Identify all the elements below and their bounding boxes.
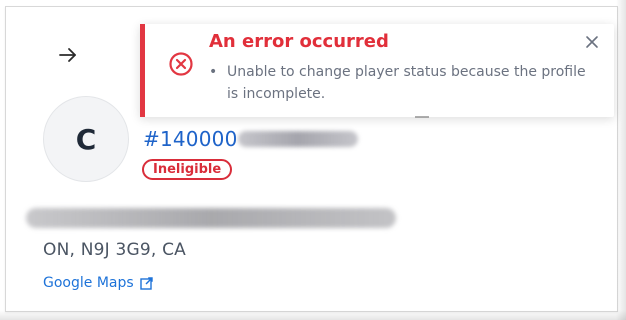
arrow-right-icon bbox=[59, 48, 76, 62]
avatar-initial: C bbox=[75, 122, 97, 156]
error-x-circle-icon bbox=[168, 51, 194, 77]
close-toast-button[interactable] bbox=[582, 32, 602, 52]
close-icon bbox=[586, 36, 598, 48]
google-maps-link[interactable]: Google Maps bbox=[43, 275, 153, 291]
toast-bullet: • bbox=[209, 64, 218, 80]
toast-message: Unable to change player status because t… bbox=[227, 64, 586, 102]
address-line: ON, N9J 3G9, CA bbox=[43, 240, 186, 260]
player-profile-screen: C #140000 Ineligible ON, N9J 3G9, CA Goo… bbox=[0, 0, 626, 320]
player-id-link[interactable]: #140000 bbox=[143, 127, 238, 151]
navigate-arrow-button[interactable] bbox=[51, 38, 85, 72]
external-link-icon bbox=[139, 276, 153, 290]
redacted-player-id bbox=[237, 131, 358, 147]
underline-artifact bbox=[415, 116, 429, 118]
player-id-row: #140000 bbox=[143, 124, 358, 154]
error-toast-accent-bar bbox=[140, 24, 145, 117]
google-maps-link-label: Google Maps bbox=[43, 275, 134, 291]
redacted-address-line bbox=[26, 208, 396, 228]
status-badge: Ineligible bbox=[142, 159, 233, 180]
toast-title: An error occurred bbox=[209, 31, 389, 52]
avatar: C bbox=[43, 96, 129, 182]
toast-message-row: • Unable to change player status because… bbox=[209, 61, 594, 105]
error-toast: An error occurred • Unable to change pla… bbox=[140, 24, 614, 117]
